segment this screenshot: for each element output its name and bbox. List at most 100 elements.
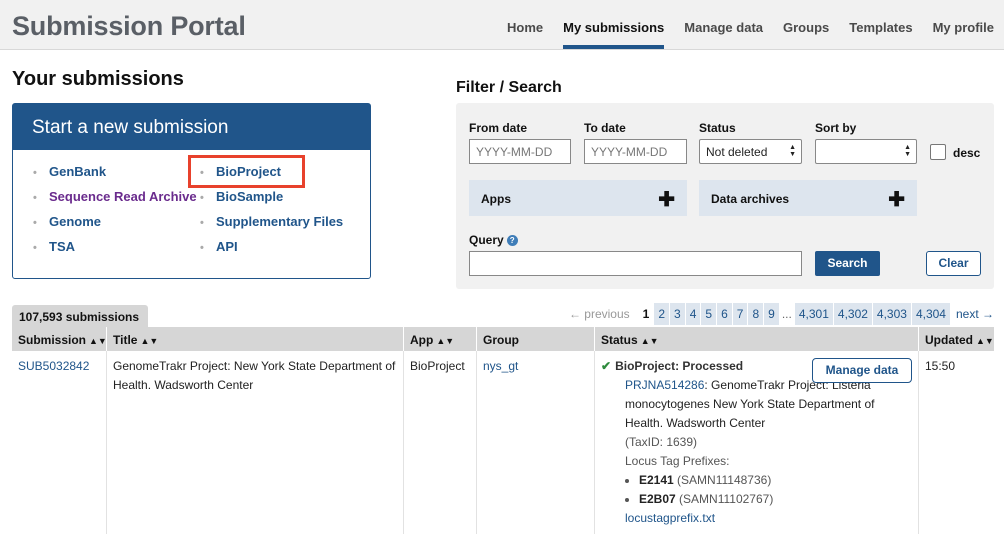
prefix-sample: (SAMN11148736) bbox=[677, 473, 772, 487]
table-row: SUB5032842 GenomeTrakr Project: New York… bbox=[12, 351, 994, 534]
updown-arrows-icon: ▲ ▼ bbox=[789, 144, 796, 158]
nav-my-submissions[interactable]: My submissions bbox=[563, 0, 665, 50]
main-nav: Home My submissions Manage data Groups T… bbox=[507, 0, 994, 50]
sort-by-label: Sort by bbox=[815, 121, 857, 135]
plus-icon: ✚ bbox=[888, 189, 905, 211]
bioproject-highlight-box bbox=[188, 155, 305, 188]
nav-my-profile[interactable]: My profile bbox=[933, 0, 994, 50]
page-link[interactable]: 2 bbox=[654, 303, 670, 325]
portal-brand[interactable]: Submission Portal bbox=[12, 11, 246, 42]
nav-templates[interactable]: Templates bbox=[849, 0, 912, 50]
page-link[interactable]: 4,302 bbox=[833, 303, 872, 325]
status-app: BioProject: bbox=[615, 359, 680, 373]
list-item: Genome bbox=[31, 214, 197, 239]
apps-toggle[interactable]: Apps ✚ bbox=[469, 180, 687, 216]
col-updated-label: Updated bbox=[925, 333, 973, 347]
sort-by-select[interactable]: ▲ ▼ bbox=[815, 139, 917, 164]
sort-icon: ▲▼ bbox=[89, 336, 107, 346]
page-link[interactable]: 7 bbox=[732, 303, 748, 325]
filter-title: Filter / Search bbox=[456, 79, 562, 96]
from-date-input[interactable] bbox=[469, 139, 571, 164]
previous-page-link: ← previous bbox=[568, 307, 630, 321]
nav-home[interactable]: Home bbox=[507, 0, 543, 50]
pagination: ← previous 1 2 3 4 5 6 7 8 9 ... 4,301 4… bbox=[569, 303, 994, 325]
query-input[interactable] bbox=[469, 251, 802, 276]
query-label-wrap: Query? bbox=[469, 233, 518, 247]
prefix-code: E2B07 bbox=[639, 492, 676, 506]
apps-label: Apps bbox=[481, 192, 511, 206]
help-icon[interactable]: ? bbox=[506, 235, 518, 246]
col-app[interactable]: App ▲▼ bbox=[404, 327, 477, 351]
status-details: PRJNA514286: GenomeTrakr Project: Lister… bbox=[601, 376, 912, 528]
group-link[interactable]: nys_gt bbox=[483, 359, 518, 373]
to-date-label: To date bbox=[584, 121, 626, 135]
cell-group: nys_gt bbox=[477, 351, 595, 534]
start-submission-title: Start a new submission bbox=[13, 104, 370, 150]
link-tsa[interactable]: TSA bbox=[49, 239, 75, 254]
submission-count: 107,593 submissions bbox=[12, 305, 148, 327]
page-link[interactable]: 8 bbox=[748, 303, 764, 325]
list-item: GenBank bbox=[31, 164, 197, 189]
col-submission[interactable]: Submission ▲▼ bbox=[12, 327, 107, 351]
status-select-value: Not deleted bbox=[706, 145, 768, 159]
locus-file-link[interactable]: locustagprefix.txt bbox=[625, 511, 715, 525]
page-ellipsis: ... bbox=[781, 307, 792, 321]
page-link[interactable]: 5 bbox=[701, 303, 717, 325]
nav-groups[interactable]: Groups bbox=[783, 0, 829, 50]
link-biosample[interactable]: BioSample bbox=[216, 189, 283, 204]
manage-data-button[interactable]: Manage data bbox=[812, 358, 912, 383]
start-submission-panel: Start a new submission GenBank Sequence … bbox=[12, 103, 371, 279]
submission-id-link[interactable]: SUB5032842 bbox=[18, 359, 89, 373]
page-link[interactable]: 4,301 bbox=[794, 303, 833, 325]
status-value: Processed bbox=[682, 359, 744, 373]
col-status[interactable]: Status ▲▼ bbox=[595, 327, 919, 351]
sort-icon: ▲▼ bbox=[640, 336, 659, 346]
prefix-code: E2141 bbox=[639, 473, 674, 487]
link-supplementary-files[interactable]: Supplementary Files bbox=[216, 214, 343, 229]
page-link[interactable]: 4,304 bbox=[911, 303, 950, 325]
page-link[interactable]: 6 bbox=[717, 303, 732, 325]
search-button[interactable]: Search bbox=[815, 251, 880, 276]
to-date-input[interactable] bbox=[584, 139, 687, 164]
link-genome[interactable]: Genome bbox=[49, 214, 101, 229]
status-select[interactable]: Not deleted ▲ ▼ bbox=[699, 139, 802, 164]
submission-types-left: GenBank Sequence Read Archive Genome TSA bbox=[31, 164, 197, 264]
col-submission-label: Submission bbox=[18, 333, 87, 347]
link-api[interactable]: API bbox=[216, 239, 238, 254]
sort-icon: ▲▼ bbox=[976, 336, 994, 346]
top-header: Submission Portal Home My submissions Ma… bbox=[0, 0, 1004, 50]
data-archives-toggle[interactable]: Data archives ✚ bbox=[699, 180, 917, 216]
sort-icon: ▲▼ bbox=[140, 336, 159, 346]
page-link[interactable]: 3 bbox=[670, 303, 685, 325]
page-link[interactable]: 9 bbox=[764, 303, 779, 325]
page-title: Your submissions bbox=[12, 68, 184, 90]
check-icon: ✔ bbox=[601, 359, 612, 373]
query-label: Query bbox=[469, 233, 504, 247]
list-item: Sequence Read Archive bbox=[31, 189, 197, 214]
status-label: Status bbox=[699, 121, 736, 135]
from-date-label: From date bbox=[469, 121, 528, 135]
link-genbank[interactable]: GenBank bbox=[49, 164, 106, 179]
page-link[interactable]: 4 bbox=[685, 303, 701, 325]
col-app-label: App bbox=[410, 333, 434, 347]
locus-tag-list: E2141 (SAMN11148736) E2B07 (SAMN11102767… bbox=[625, 471, 912, 509]
col-updated[interactable]: Updated ▲▼ bbox=[919, 327, 994, 351]
col-title-label: Title bbox=[113, 333, 138, 347]
clear-button[interactable]: Clear bbox=[926, 251, 981, 276]
prefix-sample: (SAMN11102767) bbox=[679, 492, 774, 506]
link-sequence-read-archive[interactable]: Sequence Read Archive bbox=[49, 189, 197, 204]
next-page-link[interactable]: next → bbox=[956, 307, 994, 321]
col-status-label: Status bbox=[601, 333, 638, 347]
updown-arrows-icon: ▲ ▼ bbox=[904, 144, 911, 158]
cell-status: ✔ BioProject: Processed PRJNA514286: Geno… bbox=[595, 351, 919, 534]
filter-panel: From date To date Status Not deleted ▲▼ … bbox=[456, 103, 994, 289]
desc-checkbox[interactable] bbox=[930, 144, 946, 160]
list-item: BioSample bbox=[198, 189, 343, 214]
list-item: API bbox=[198, 239, 343, 264]
list-item: E2141 (SAMN11148736) bbox=[639, 471, 912, 490]
page-link[interactable]: 4,303 bbox=[872, 303, 911, 325]
nav-manage-data[interactable]: Manage data bbox=[684, 0, 763, 50]
accession-link[interactable]: PRJNA514286 bbox=[625, 378, 704, 392]
taxid: (TaxID: 1639) bbox=[625, 435, 698, 449]
col-title[interactable]: Title ▲▼ bbox=[107, 327, 404, 351]
